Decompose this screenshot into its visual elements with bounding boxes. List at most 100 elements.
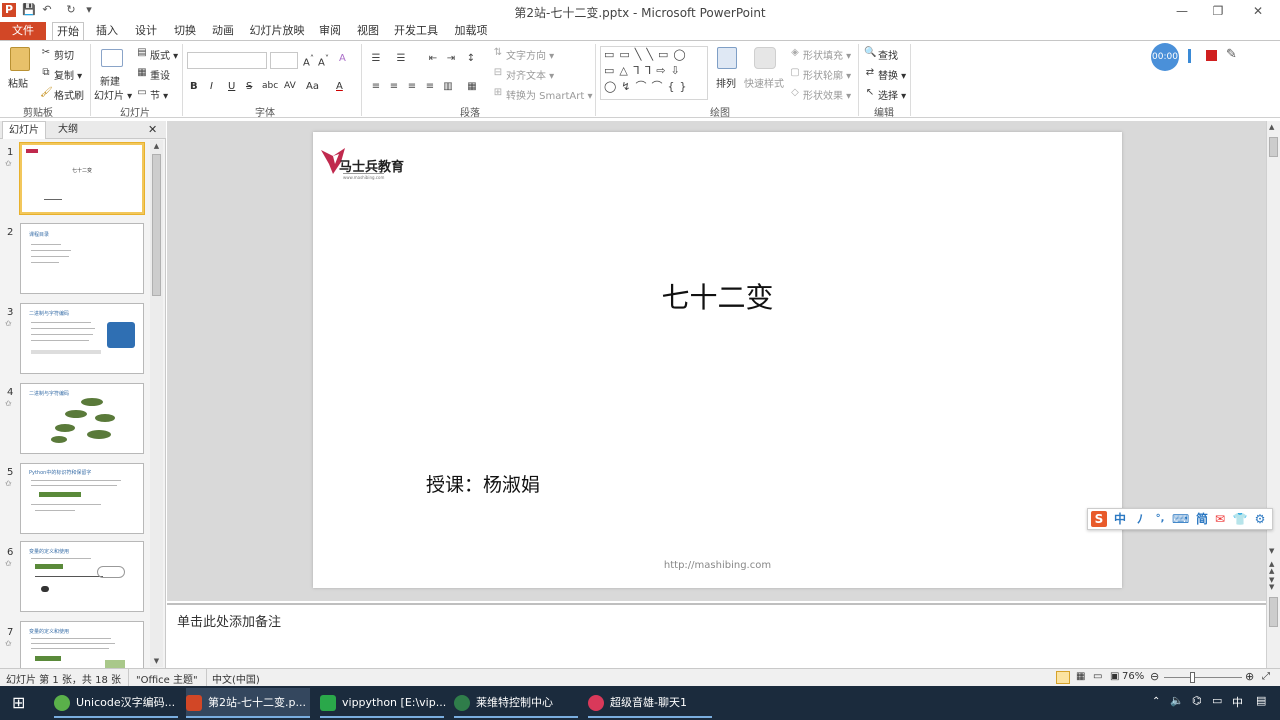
decrease-indent-icon[interactable]: ⇤ <box>427 53 439 65</box>
ime-punctuation-icon[interactable]: °, <box>1152 511 1168 527</box>
tab-review[interactable]: 审阅 <box>315 22 345 40</box>
shape-outline-button[interactable]: 形状轮廓 ▾ <box>803 67 851 82</box>
taskbar-item-pycharm[interactable]: vippython [E:\vip... <box>320 688 446 718</box>
tab-file[interactable]: 文件 <box>0 22 46 40</box>
clear-format-icon[interactable]: A <box>339 53 346 64</box>
close-button[interactable]: ✕ <box>1240 0 1276 22</box>
bold-button[interactable]: B <box>190 81 198 92</box>
font-family-select[interactable] <box>187 52 267 69</box>
slide-thumbnail-7[interactable]: 变量的定义和使用 <box>20 621 144 669</box>
slide-sorter-icon[interactable]: ▦ <box>1076 671 1085 682</box>
language-indicator[interactable]: 中文(中国) <box>212 671 260 686</box>
taskbar-item-control-center[interactable]: 莱维特控制中心 <box>454 688 578 718</box>
scroll-down-icon[interactable]: ▼ <box>1269 547 1274 555</box>
tab-home[interactable]: 开始 <box>52 22 84 40</box>
zoom-out-icon[interactable]: ⊖ <box>1150 670 1159 683</box>
recorder-timer[interactable]: 00:00 <box>1151 43 1179 71</box>
tab-transitions[interactable]: 切换 <box>170 22 200 40</box>
tab-insert[interactable]: 插入 <box>92 22 122 40</box>
volume-icon[interactable]: 🔈 <box>1170 694 1184 707</box>
zoom-slider-track[interactable] <box>1164 677 1242 678</box>
slide-scrollbar[interactable]: ▲ ▼ ▲ ▲ ▼ ▼ <box>1266 121 1280 668</box>
paste-icon[interactable] <box>10 47 30 71</box>
sogou-logo-icon[interactable]: S <box>1091 511 1107 527</box>
zoom-in-icon[interactable]: ⊕ <box>1245 670 1254 683</box>
slideshow-icon[interactable]: ▣ <box>1110 671 1119 682</box>
align-center-icon[interactable]: ≡ <box>388 81 400 93</box>
input-language[interactable]: 中 <box>1232 694 1243 710</box>
shadow-button[interactable]: abc <box>262 81 278 91</box>
char-spacing-button[interactable]: AV <box>284 81 296 91</box>
network-icon[interactable]: ⌬ <box>1192 694 1202 707</box>
notes-scroll-thumb[interactable] <box>1269 597 1278 627</box>
numbering-icon[interactable]: ☰ <box>395 53 407 65</box>
previous-slide-icon[interactable]: ▲ ▲ <box>1269 561 1274 575</box>
new-slide-dropdown[interactable]: 幻灯片 ▾ <box>94 87 132 102</box>
text-direction-button[interactable]: 文字方向 ▾ <box>506 47 554 62</box>
taskbar-item-chat[interactable]: 超级音雄-聊天1 <box>588 688 712 718</box>
tab-addins[interactable]: 加载项 <box>452 22 490 40</box>
fit-slide-icon[interactable]: ⤢ <box>1262 671 1270 682</box>
shapes-gallery[interactable]: ▭▭╲╲▭◯ ▭△ᒣᒣ⇨⇩ ◯↯⌒⌒{} <box>600 46 708 100</box>
ime-simplified-icon[interactable]: 简 <box>1194 511 1210 527</box>
taskbar-item-unicode[interactable]: Unicode汉字编码... <box>54 688 178 718</box>
distribute-icon[interactable]: ▦ <box>466 81 478 93</box>
close-pane-icon[interactable]: ✕ <box>148 123 157 136</box>
next-slide-icon[interactable]: ▼ ▼ <box>1269 577 1274 591</box>
slide-subtitle[interactable]: 授课：杨淑娟 <box>426 470 540 497</box>
scroll-up-icon[interactable]: ▲ <box>151 140 162 152</box>
tray-expand-icon[interactable]: ⌃ <box>1152 696 1160 707</box>
pause-icon[interactable] <box>1188 49 1191 63</box>
italic-button[interactable]: I <box>210 81 213 92</box>
section-button[interactable]: 节 ▾ <box>150 87 168 102</box>
slide-thumbnail-4[interactable]: 二进制与字符编码 <box>20 383 144 454</box>
slide-title[interactable]: 七十二变 <box>313 276 1122 316</box>
windows-start-icon[interactable]: ⊞ <box>12 695 25 711</box>
zoom-level[interactable]: 76% <box>1122 671 1144 682</box>
line-spacing-icon[interactable]: ↕ <box>465 53 477 65</box>
notes-placeholder[interactable]: 单击此处添加备注 <box>177 611 281 630</box>
zoom-slider-thumb[interactable] <box>1190 672 1195 683</box>
new-slide-button[interactable]: 新建 <box>100 73 120 88</box>
find-button[interactable]: 查找 <box>878 47 898 62</box>
font-size-select[interactable] <box>270 52 298 69</box>
scroll-thumb[interactable] <box>152 154 161 296</box>
slide-thumbnail-6[interactable]: 变量的定义和使用 <box>20 541 144 612</box>
ime-chinese-mode[interactable]: 中 <box>1112 511 1128 527</box>
scroll-up-icon[interactable]: ▲ <box>1269 123 1274 131</box>
normal-view-icon[interactable] <box>1056 671 1070 684</box>
ime-skin-icon[interactable]: 👕 <box>1232 511 1248 527</box>
tab-slideshow[interactable]: 幻灯片放映 <box>249 22 305 40</box>
slide-thumbnail-3[interactable]: 二进制与字符编码 <box>20 303 144 374</box>
tab-design[interactable]: 设计 <box>131 22 161 40</box>
scroll-thumb[interactable] <box>1269 137 1278 157</box>
minimize-button[interactable]: — <box>1164 0 1200 22</box>
paste-button[interactable]: 粘贴 <box>8 75 28 90</box>
maximize-button[interactable]: ❐ <box>1200 0 1236 22</box>
columns-icon[interactable]: ▥ <box>442 81 454 93</box>
ime-mail-icon[interactable]: ✉ <box>1212 511 1228 527</box>
arrange-button[interactable]: 排列 <box>716 75 736 90</box>
underline-button[interactable]: U <box>228 81 235 92</box>
cut-button[interactable]: 剪切 <box>54 47 74 62</box>
pen-icon[interactable]: ✎ <box>1226 47 1237 62</box>
quick-styles-button[interactable]: 快速样式 <box>744 75 784 90</box>
font-color-button[interactable]: A <box>336 81 343 92</box>
smartart-button[interactable]: 转换为 SmartArt ▾ <box>506 87 593 102</box>
slide-thumbnail-1[interactable]: 七十二变 <box>19 142 145 215</box>
shrink-font-icon[interactable]: A˅ <box>318 53 329 68</box>
slide-thumbnail-5[interactable]: Python中的标识符和保留字 <box>20 463 144 534</box>
grow-font-icon[interactable]: A˄ <box>303 53 314 68</box>
notes-pane[interactable]: 单击此处添加备注 <box>167 603 1268 668</box>
taskbar-item-powerpoint[interactable]: 第2站-七十二变.p... <box>186 688 310 718</box>
align-left-icon[interactable]: ≡ <box>370 81 382 93</box>
align-right-icon[interactable]: ≡ <box>406 81 418 93</box>
tab-developer[interactable]: 开发工具 <box>393 22 439 40</box>
shape-fill-button[interactable]: 形状填充 ▾ <box>803 47 851 62</box>
format-painter-button[interactable]: 格式刷 <box>54 87 84 102</box>
stop-record-icon[interactable] <box>1206 50 1217 61</box>
action-center-icon[interactable]: ▤ <box>1256 694 1266 707</box>
align-text-button[interactable]: 对齐文本 ▾ <box>506 67 554 82</box>
new-slide-icon[interactable] <box>101 49 123 67</box>
arrange-icon[interactable] <box>717 47 737 69</box>
